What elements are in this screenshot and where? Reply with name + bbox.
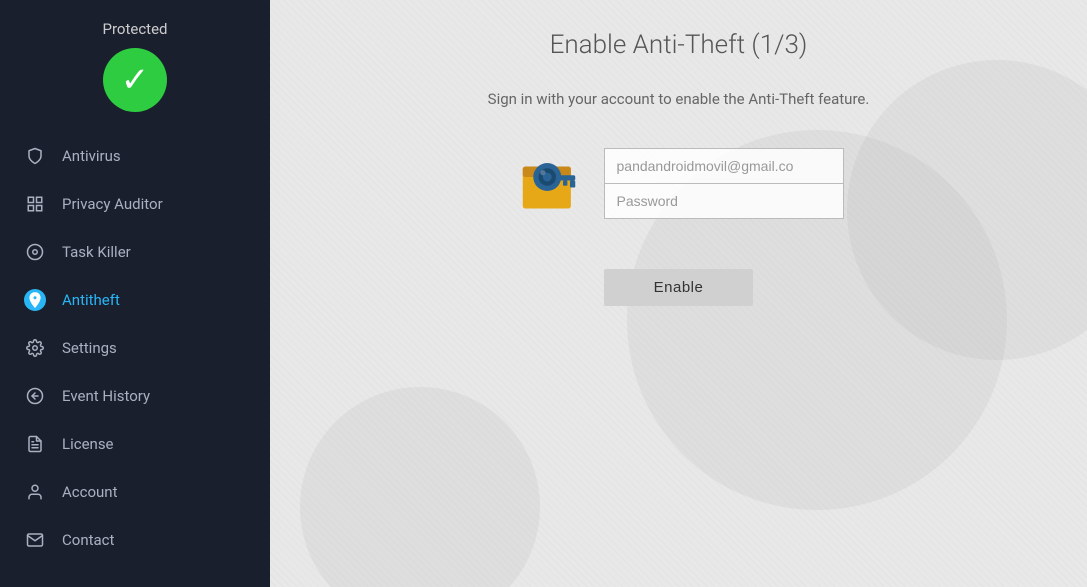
sidebar-header: Protected ✓ [0, 0, 270, 128]
sidebar-item-antivirus-label: Antivirus [62, 147, 121, 165]
sidebar-item-license-label: License [62, 435, 114, 453]
sidebar-item-account[interactable]: Account [0, 468, 270, 516]
location-icon [24, 289, 46, 311]
protected-label: Protected [103, 20, 168, 38]
sidebar-item-settings[interactable]: Settings [0, 324, 270, 372]
sidebar-item-event-history-label: Event History [62, 387, 150, 405]
enable-btn-wrapper: Enable [604, 269, 754, 306]
watermark-1 [847, 60, 1087, 360]
sidebar-item-settings-label: Settings [62, 339, 117, 357]
login-fields [604, 148, 844, 219]
grid-icon [24, 193, 46, 215]
sidebar-item-task-killer-label: Task Killer [62, 243, 131, 261]
sidebar-item-task-killer[interactable]: Task Killer [0, 228, 270, 276]
password-field[interactable] [604, 183, 844, 219]
doc-icon [24, 433, 46, 455]
page-title: Enable Anti-Theft (1/3) [550, 30, 808, 60]
gear-icon [24, 337, 46, 359]
sidebar-item-privacy-auditor-label: Privacy Auditor [62, 195, 163, 213]
watermark-3 [300, 387, 540, 587]
sidebar-item-antitheft[interactable]: Antitheft [0, 276, 270, 324]
sidebar-item-privacy-auditor[interactable]: Privacy Auditor [0, 180, 270, 228]
sidebar: Protected ✓ Antivirus Privacy Auditor [0, 0, 270, 587]
sidebar-nav: Antivirus Privacy Auditor Task Killer [0, 132, 270, 564]
protected-circle: ✓ [103, 48, 167, 112]
form-area [514, 148, 844, 219]
sidebar-item-contact[interactable]: Contact [0, 516, 270, 564]
shield-icon [24, 145, 46, 167]
key-icon [514, 149, 584, 219]
sidebar-item-antivirus[interactable]: Antivirus [0, 132, 270, 180]
checkmark-icon: ✓ [121, 63, 150, 97]
main-content: Enable Anti-Theft (1/3) Sign in with you… [270, 0, 1087, 587]
circle-dot-icon [24, 241, 46, 263]
arrow-left-icon [24, 385, 46, 407]
sidebar-item-account-label: Account [62, 483, 118, 501]
email-field[interactable] [604, 148, 844, 183]
sidebar-item-event-history[interactable]: Event History [0, 372, 270, 420]
person-icon [24, 481, 46, 503]
subtitle-text: Sign in with your account to enable the … [488, 90, 870, 108]
enable-button[interactable]: Enable [604, 269, 754, 306]
sidebar-item-antitheft-label: Antitheft [62, 291, 120, 309]
sidebar-item-contact-label: Contact [62, 531, 114, 549]
envelope-icon [24, 529, 46, 551]
sidebar-item-license[interactable]: License [0, 420, 270, 468]
